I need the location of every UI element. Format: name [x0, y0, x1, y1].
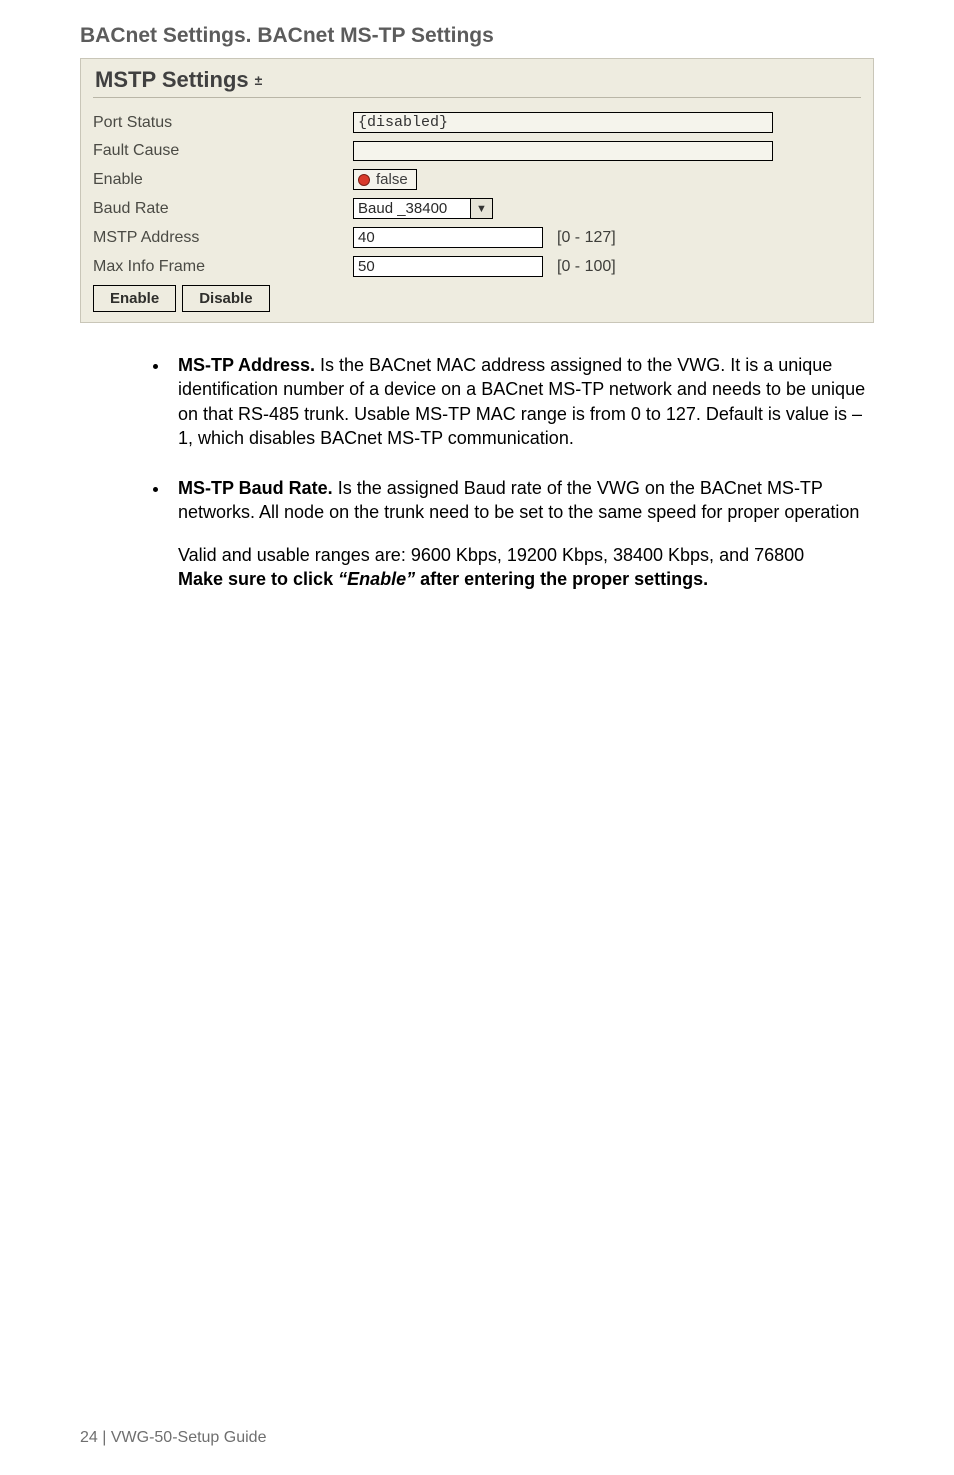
enable-status[interactable]: false: [353, 169, 417, 190]
mstp-address-input[interactable]: [353, 227, 543, 248]
bullet-2-p2b-prefix: Make sure to click: [178, 569, 338, 589]
panel-title: MSTP Settings: [95, 67, 249, 93]
enable-status-text: false: [376, 171, 408, 188]
bullet-mstp-baud-rate: MS-TP Baud Rate. Is the assigned Baud ra…: [170, 476, 874, 591]
bullet-2-p2a: Valid and usable ranges are: 9600 Kbps, …: [178, 545, 804, 565]
status-dot-icon: [358, 174, 370, 186]
enable-button[interactable]: Enable: [93, 285, 176, 312]
max-info-frame-range: [0 - 100]: [557, 258, 616, 276]
bullet-mstp-address: MS-TP Address. Is the BACnet MAC address…: [170, 353, 874, 450]
label-baud-rate: Baud Rate: [93, 200, 353, 218]
row-max-info-frame: Max Info Frame [0 - 100]: [93, 256, 861, 277]
value-fault-cause: [353, 141, 773, 161]
mstp-settings-panel: MSTP Settings ± Port Status {disabled} F…: [80, 58, 874, 323]
bullet-1-title: MS-TP Address.: [178, 355, 315, 375]
bullet-2-p2b-suffix: after entering the proper settings.: [415, 569, 708, 589]
chevron-down-icon[interactable]: ▼: [471, 198, 493, 219]
section-heading: BACnet Settings. BACnet MS-TP Settings: [80, 24, 874, 48]
mstp-address-range: [0 - 127]: [557, 229, 616, 247]
row-enable: Enable false: [93, 169, 861, 190]
row-fault-cause: Fault Cause: [93, 141, 861, 161]
row-baud-rate: Baud Rate Baud _38400 ▼: [93, 198, 861, 219]
baud-rate-select[interactable]: Baud _38400 ▼: [353, 198, 493, 219]
label-fault-cause: Fault Cause: [93, 142, 353, 160]
button-row: Enable Disable: [93, 285, 861, 312]
baud-rate-value: Baud _38400: [353, 198, 471, 219]
panel-title-row: MSTP Settings ±: [93, 59, 861, 98]
max-info-frame-input[interactable]: [353, 256, 543, 277]
bullet-2-p2b-em: “Enable”: [338, 569, 415, 589]
label-port-status: Port Status: [93, 114, 353, 132]
page-footer: 24 | VWG-50-Setup Guide: [80, 1429, 266, 1447]
body-text: MS-TP Address. Is the BACnet MAC address…: [80, 353, 874, 591]
label-enable: Enable: [93, 171, 353, 189]
label-max-info-frame: Max Info Frame: [93, 258, 353, 276]
disable-button[interactable]: Disable: [182, 285, 269, 312]
row-port-status: Port Status {disabled}: [93, 112, 861, 133]
bullet-2-title: MS-TP Baud Rate.: [178, 478, 333, 498]
collapse-icon[interactable]: ±: [255, 73, 263, 87]
label-mstp-address: MSTP Address: [93, 229, 353, 247]
value-port-status: {disabled}: [353, 112, 773, 133]
row-mstp-address: MSTP Address [0 - 127]: [93, 227, 861, 248]
